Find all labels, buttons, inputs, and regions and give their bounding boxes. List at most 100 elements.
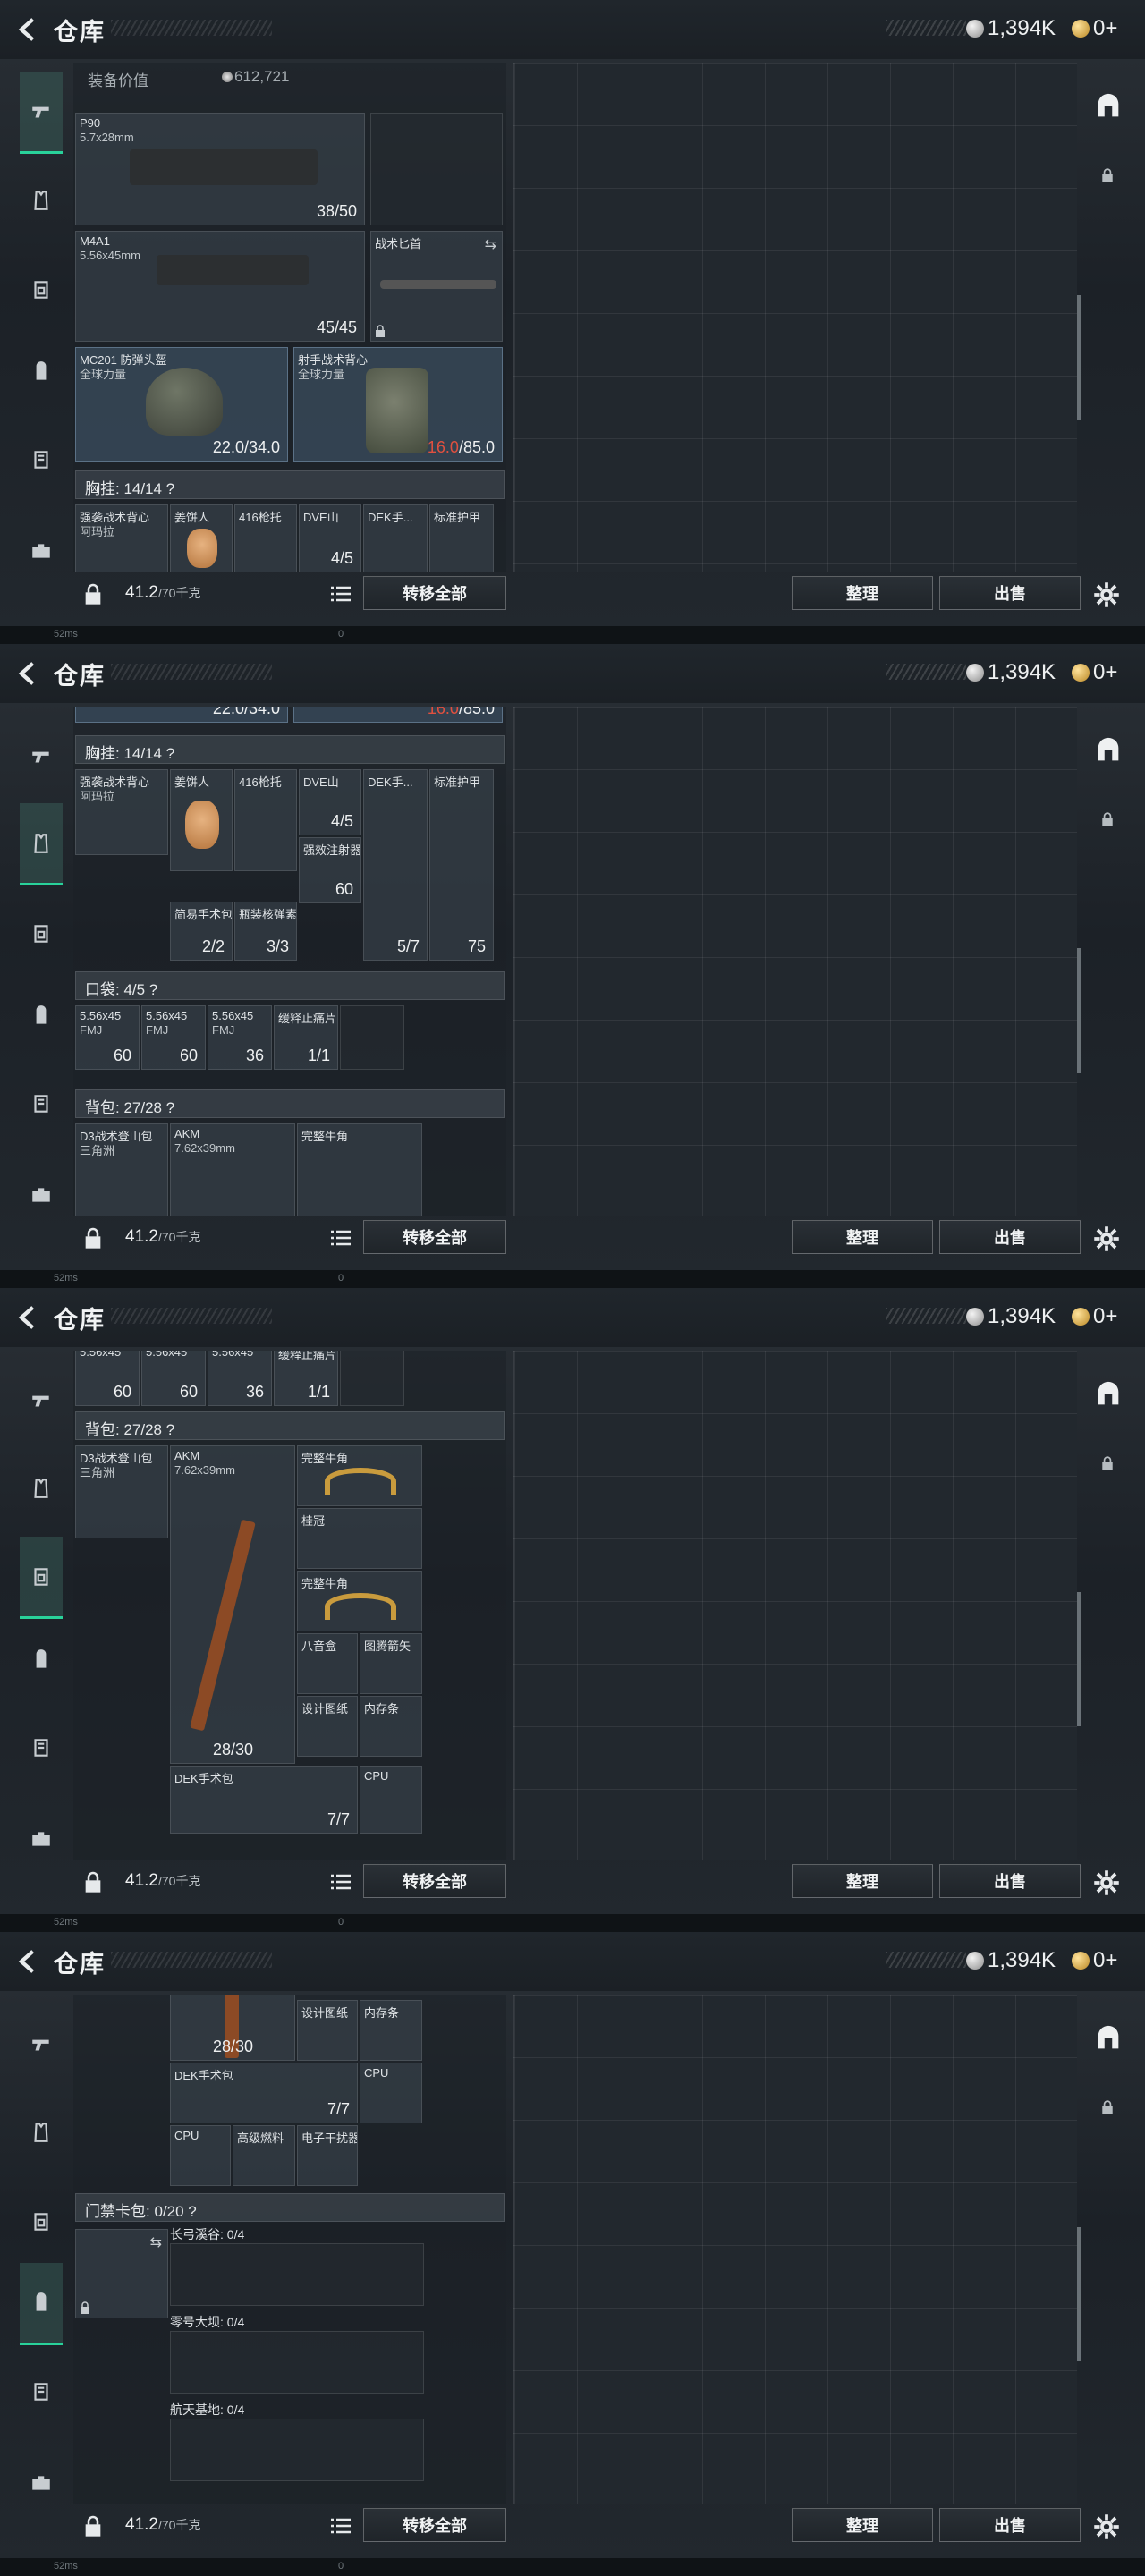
slot-horn-1[interactable]: 完整牛角: [297, 1445, 422, 1506]
rail-case[interactable]: [20, 510, 63, 592]
slot-keycard-case[interactable]: ⇆: [75, 2229, 168, 2318]
rail-case[interactable]: [20, 2442, 63, 2524]
slot-ammo-2[interactable]: 5.56x45 FMJ 60: [141, 1005, 206, 1070]
slot-ammo-3[interactable]: 5.56x45 36: [208, 1351, 272, 1406]
slot-body-armor[interactable]: 射手战术背心 全球力量 16.0/85.0: [293, 347, 503, 462]
slot-cpu[interactable]: CPU: [360, 1766, 422, 1834]
slot-memory[interactable]: 内存条: [360, 1696, 422, 1757]
list-icon[interactable]: [331, 1873, 351, 1891]
slot-rig[interactable]: 强袭战术背心 阿玛拉: [75, 769, 168, 855]
transfer-all-button[interactable]: 转移全部: [363, 1220, 506, 1254]
slot-dve[interactable]: DVE山 4/5: [299, 769, 361, 835]
section-keycard-header[interactable]: 门禁卡包: 0/20 ?: [75, 2193, 505, 2222]
slot-arrow[interactable]: 图腾箭矢: [360, 1633, 422, 1694]
slot-crown[interactable]: 桂冠: [297, 1508, 422, 1569]
rail-rig[interactable]: [20, 1537, 63, 1619]
rail-weapons[interactable]: [20, 72, 63, 154]
gear-icon[interactable]: [1093, 581, 1120, 608]
rail-weapons[interactable]: [20, 2004, 63, 2086]
sort-button[interactable]: 整理: [792, 1864, 933, 1898]
slot-akm[interactable]: 28/30: [170, 1995, 295, 2061]
gear-icon[interactable]: [1093, 1869, 1120, 1896]
rail-backpack[interactable]: [20, 1619, 63, 1701]
slot-injector[interactable]: 强效注射器 60: [299, 837, 361, 903]
rail-backpack[interactable]: [20, 331, 63, 413]
scrollbar[interactable]: [1077, 1592, 1081, 1726]
sell-button[interactable]: 出售: [939, 1220, 1081, 1254]
slot-dek-kit[interactable]: DEK手术包 7/7: [170, 2063, 358, 2123]
rail-armor[interactable]: [20, 1447, 63, 1530]
slot-dek-mag[interactable]: DEK手... 5/7: [363, 769, 428, 961]
slot-bag[interactable]: D3战术登山包 三角洲: [75, 1445, 168, 1538]
slot-dek-mag[interactable]: DEK手...: [363, 504, 428, 572]
scrollbar[interactable]: [1077, 295, 1081, 420]
slot-bag[interactable]: D3战术登山包 三角洲: [75, 1123, 168, 1216]
back-icon[interactable]: [13, 14, 43, 45]
gold-balance[interactable]: 0+: [1093, 16, 1117, 41]
sell-button[interactable]: 出售: [939, 2508, 1081, 2542]
slot-pocket-empty[interactable]: [340, 1005, 404, 1070]
slot-ammo-3[interactable]: 5.56x45 FMJ 36: [208, 1005, 272, 1070]
section-chest-header[interactable]: 胸挂: 14/14 ?: [75, 470, 505, 499]
rail-rig[interactable]: [20, 249, 63, 331]
slot-dve[interactable]: DVE山 4/5: [299, 504, 361, 572]
swap-icon[interactable]: ⇆: [485, 235, 496, 253]
keycard-row[interactable]: [170, 2331, 424, 2394]
stash-icon[interactable]: [1093, 91, 1124, 122]
slot-gingerbread[interactable]: 姜饼人: [170, 769, 233, 871]
slot-pistol-empty[interactable]: [370, 113, 503, 225]
keycard-row[interactable]: [170, 2243, 424, 2306]
sort-button[interactable]: 整理: [792, 1220, 933, 1254]
back-icon[interactable]: [13, 1302, 43, 1333]
swap-icon[interactable]: ⇆: [150, 2233, 162, 2251]
rail-backpack[interactable]: [20, 975, 63, 1057]
slot-tablet[interactable]: 缓释止痛片 1/1: [274, 1351, 338, 1406]
rail-rig[interactable]: [20, 2181, 63, 2263]
gold-balance[interactable]: 0+: [1093, 1304, 1117, 1329]
slot-primary-weapon[interactable]: P90 5.7x28mm 38/50: [75, 113, 365, 225]
slot-medkit[interactable]: 简易手术包 2/2: [170, 902, 233, 961]
transfer-all-button[interactable]: 转移全部: [363, 1864, 506, 1898]
transfer-all-button[interactable]: 转移全部: [363, 576, 506, 610]
list-icon[interactable]: [331, 1229, 351, 1247]
section-pocket-header[interactable]: 口袋: 4/5 ?: [75, 971, 505, 1000]
slot-cpu-2[interactable]: CPU: [170, 2125, 231, 2186]
slot-octo[interactable]: 八音盒: [297, 1633, 358, 1694]
rail-rig[interactable]: [20, 893, 63, 975]
scrollbar[interactable]: [1077, 2227, 1081, 2361]
slot-fuel[interactable]: 高级燃料: [233, 2125, 295, 2186]
scrollbar[interactable]: [1077, 948, 1081, 1073]
slot-helmet[interactable]: 22.0/34.0: [75, 707, 288, 723]
slot-akm[interactable]: AKM 7.62x39mm 28/30: [170, 1445, 295, 1764]
slot-standard-armor[interactable]: 标准护甲 75: [429, 769, 494, 961]
slot-secondary-weapon[interactable]: M4A1 5.56x45mm 45/45: [75, 231, 365, 342]
slot-rig[interactable]: 强袭战术背心 阿玛拉: [75, 504, 168, 572]
slot-cpu-1[interactable]: CPU: [360, 2063, 422, 2123]
slot-tablet[interactable]: 缓释止痛片 1/1: [274, 1005, 338, 1070]
section-backpack-header[interactable]: 背包: 27/28 ?: [75, 1089, 505, 1118]
list-icon[interactable]: [331, 585, 351, 603]
gear-icon[interactable]: [1093, 1225, 1120, 1252]
slot-body-armor[interactable]: 16.0/85.0: [293, 707, 503, 723]
slot-memory[interactable]: 内存条: [360, 2000, 422, 2061]
sell-button[interactable]: 出售: [939, 576, 1081, 610]
section-backpack-header[interactable]: 背包: 27/28 ?: [75, 1411, 505, 1440]
slot-grip[interactable]: 416枪托: [234, 504, 297, 572]
rail-armor[interactable]: [20, 803, 63, 886]
slot-standard-armor[interactable]: 标准护甲: [429, 504, 494, 572]
rail-container[interactable]: [20, 1063, 63, 1145]
stash-icon[interactable]: [1093, 735, 1124, 766]
slot-ammo-1[interactable]: 5.56x45 FMJ 60: [75, 1005, 140, 1070]
rail-container[interactable]: [20, 1707, 63, 1789]
slot-akm[interactable]: AKM 7.62x39mm: [170, 1123, 295, 1216]
slot-blueprint[interactable]: 设计图纸: [297, 1696, 358, 1757]
slot-horn-2[interactable]: 完整牛角: [297, 1571, 422, 1631]
gold-balance[interactable]: 0+: [1093, 660, 1117, 685]
slot-jammer[interactable]: 电子干扰器: [297, 2125, 358, 2186]
slot-melee[interactable]: 战术匕首 ⇆: [370, 231, 503, 342]
back-icon[interactable]: [13, 658, 43, 689]
slot-grip[interactable]: 416枪托: [234, 769, 297, 871]
slot-ammo-2[interactable]: 5.56x45 60: [141, 1351, 206, 1406]
stash-icon[interactable]: [1093, 1379, 1124, 1410]
rail-weapons[interactable]: [20, 1360, 63, 1442]
